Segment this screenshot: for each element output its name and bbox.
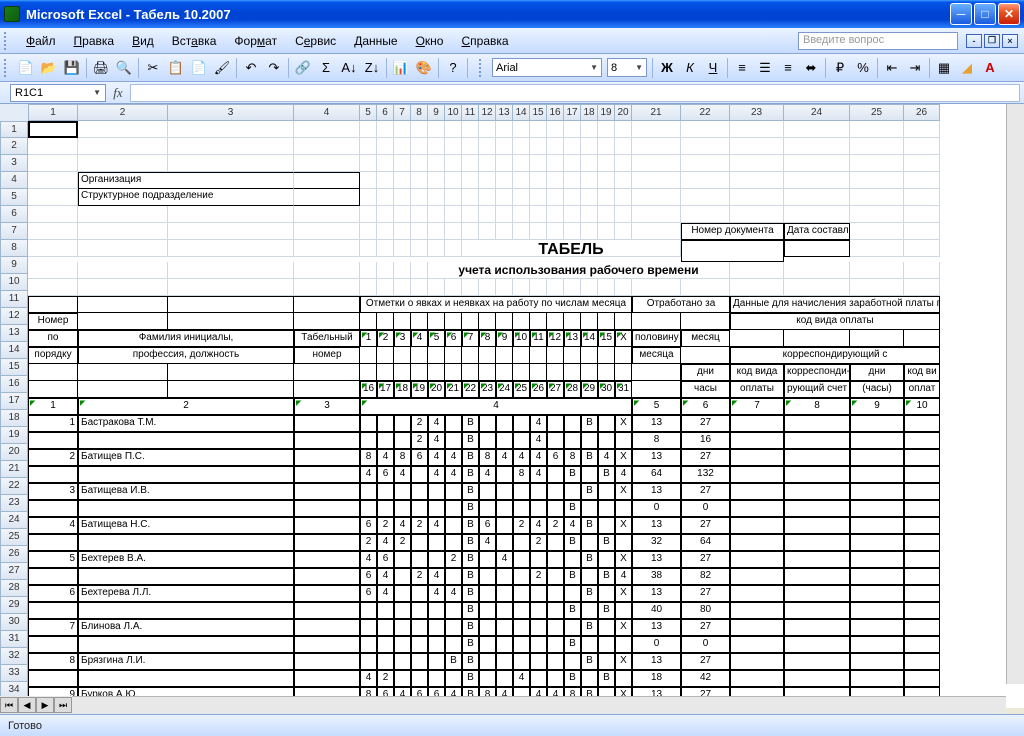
align-left-button[interactable]: ≡ — [731, 57, 753, 79]
status-text: Готово — [8, 720, 42, 732]
sum-button[interactable]: Σ — [315, 57, 337, 79]
menu-help[interactable]: Справка — [453, 32, 516, 50]
tab-prev[interactable]: ◀ — [18, 697, 36, 713]
menu-window[interactable]: Окно — [408, 32, 452, 50]
merge-button[interactable]: ⬌ — [800, 57, 822, 79]
percent-button[interactable]: % — [852, 57, 874, 79]
italic-button[interactable]: К — [679, 57, 701, 79]
formula-bar: R1C1▼ fx — [0, 82, 1024, 104]
help-button[interactable]: ? — [442, 57, 464, 79]
maximize-button[interactable]: □ — [974, 3, 996, 25]
undo-button[interactable]: ↶ — [240, 57, 262, 79]
print-button[interactable]: 🖨 — [90, 57, 112, 79]
align-center-button[interactable]: ☰ — [754, 57, 776, 79]
format-painter-button[interactable]: 🖌 — [211, 57, 233, 79]
name-box[interactable]: R1C1▼ — [10, 84, 106, 102]
sort-asc-button[interactable]: A↓ — [338, 57, 360, 79]
vertical-scrollbar[interactable] — [1006, 104, 1024, 684]
font-selector[interactable]: Arial▼ — [492, 58, 602, 77]
preview-button[interactable]: 🔍 — [113, 57, 135, 79]
worksheet-area[interactable]: 1234567891011121314151617181920212223242… — [0, 104, 1024, 708]
menu-insert[interactable]: Вставка — [164, 32, 225, 50]
column-headers[interactable]: 1234567891011121314151617181920212223242… — [28, 104, 940, 121]
tab-next[interactable]: ▶ — [36, 697, 54, 713]
link-button[interactable]: 🔗 — [292, 57, 314, 79]
tab-last[interactable]: ⏭ — [54, 697, 72, 713]
menu-edit[interactable]: Правка — [66, 32, 123, 50]
currency-button[interactable]: ₽ — [829, 57, 851, 79]
close-button[interactable]: ✕ — [998, 3, 1020, 25]
cut-button[interactable]: ✂ — [142, 57, 164, 79]
font-color-button[interactable]: A — [979, 57, 1001, 79]
align-right-button[interactable]: ≡ — [777, 57, 799, 79]
menu-file[interactable]: Файл — [18, 32, 64, 50]
doc-minimize[interactable]: - — [966, 34, 982, 48]
row-headers[interactable]: 1234567891011121314151617181920212223242… — [0, 104, 28, 708]
doc-restore[interactable]: ❐ — [984, 34, 1000, 48]
save-button[interactable]: 💾 — [61, 57, 83, 79]
sort-desc-button[interactable]: Z↓ — [361, 57, 383, 79]
underline-button[interactable]: Ч — [702, 57, 724, 79]
formula-input[interactable] — [130, 84, 1020, 102]
status-bar: Готово — [0, 714, 1024, 736]
menu-tools[interactable]: Сервис — [287, 32, 344, 50]
indent-inc-button[interactable]: ⇥ — [904, 57, 926, 79]
doc-close[interactable]: × — [1002, 34, 1018, 48]
tab-first[interactable]: ⏮ — [0, 697, 18, 713]
fill-color-button[interactable]: ◢ — [956, 57, 978, 79]
drawing-button[interactable]: 🎨 — [413, 57, 435, 79]
bold-button[interactable]: Ж — [656, 57, 678, 79]
indent-dec-button[interactable]: ⇤ — [881, 57, 903, 79]
borders-button[interactable]: ▦ — [933, 57, 955, 79]
window-title: Microsoft Excel - Табель 10.2007 — [26, 7, 231, 22]
fx-icon[interactable]: fx — [106, 85, 130, 101]
window-titlebar: Microsoft Excel - Табель 10.2007 ─ □ ✕ — [0, 0, 1024, 28]
chart-button[interactable]: 📊 — [390, 57, 412, 79]
cell-grid[interactable]: ОрганизацияСтруктурное подразделениеНоме… — [28, 121, 940, 708]
menu-view[interactable]: Вид — [124, 32, 162, 50]
redo-button[interactable]: ↷ — [263, 57, 285, 79]
open-button[interactable]: 📂 — [38, 57, 60, 79]
ask-question-box[interactable]: Введите вопрос — [798, 32, 958, 50]
copy-button[interactable]: 📋 — [165, 57, 187, 79]
sheet-tabs[interactable]: ⏮ ◀ ▶ ⏭ — [0, 696, 72, 714]
paste-button[interactable]: 📄 — [188, 57, 210, 79]
excel-icon — [4, 6, 20, 22]
menu-bar: Файл Правка Вид Вставка Формат Сервис Да… — [0, 28, 1024, 54]
horizontal-scrollbar[interactable] — [0, 696, 1006, 714]
new-button[interactable]: 📄 — [15, 57, 37, 79]
size-selector[interactable]: 8▼ — [607, 58, 647, 77]
menu-format[interactable]: Формат — [226, 32, 285, 50]
menu-data[interactable]: Данные — [346, 32, 405, 50]
minimize-button[interactable]: ─ — [950, 3, 972, 25]
standard-toolbar: 📄 📂 💾 🖨 🔍 ✂ 📋 📄 🖌 ↶ ↷ 🔗 Σ A↓ Z↓ 📊 🎨 ? Ar… — [0, 54, 1024, 82]
